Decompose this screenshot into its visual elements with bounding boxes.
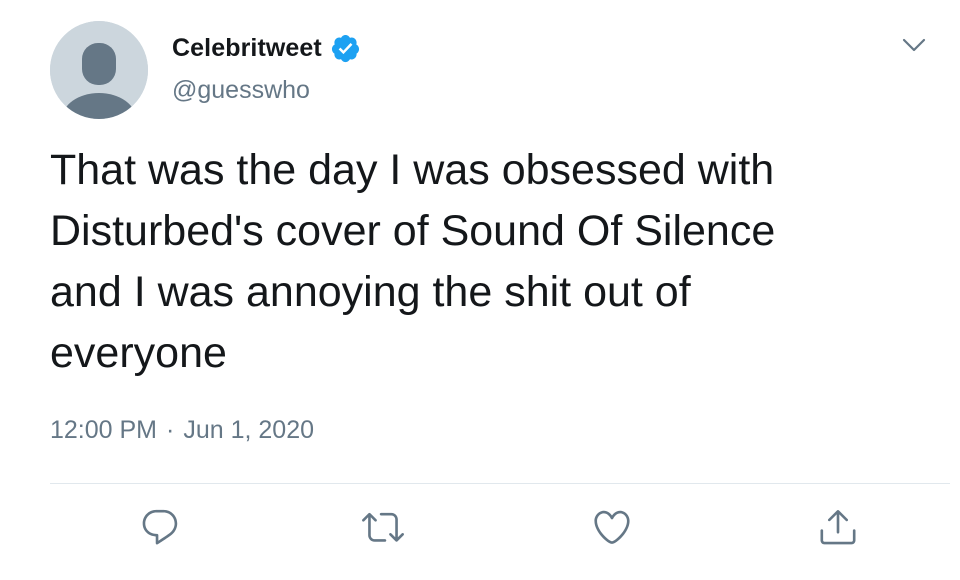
divider	[50, 483, 950, 484]
share-icon	[820, 509, 856, 545]
tweet-time: 12:00 PM	[50, 416, 158, 444]
display-name-row: Celebritweet	[172, 30, 361, 66]
reply-icon	[142, 509, 178, 545]
verified-badge-icon	[330, 33, 361, 64]
like-button[interactable]	[589, 504, 635, 550]
retweet-icon	[362, 512, 404, 542]
heart-icon	[594, 510, 630, 544]
share-button[interactable]	[815, 504, 861, 550]
timestamp-separator: ·	[166, 416, 175, 444]
tweet-timestamp[interactable]: 12:00 PM · Jun 1, 2020	[50, 416, 314, 445]
default-avatar-icon	[50, 21, 148, 119]
tweet-date: Jun 1, 2020	[183, 416, 315, 444]
chevron-down-icon[interactable]	[899, 30, 929, 60]
tweet-text: That was the day I was obsessed with Dis…	[50, 146, 776, 377]
tweet-card: Celebritweet @guesswho That was the day …	[0, 0, 960, 580]
reply-button[interactable]	[137, 504, 183, 550]
display-name[interactable]: Celebritweet	[172, 34, 322, 63]
retweet-button[interactable]	[360, 504, 406, 550]
avatar[interactable]	[50, 21, 148, 119]
user-handle[interactable]: @guesswho	[172, 76, 310, 105]
